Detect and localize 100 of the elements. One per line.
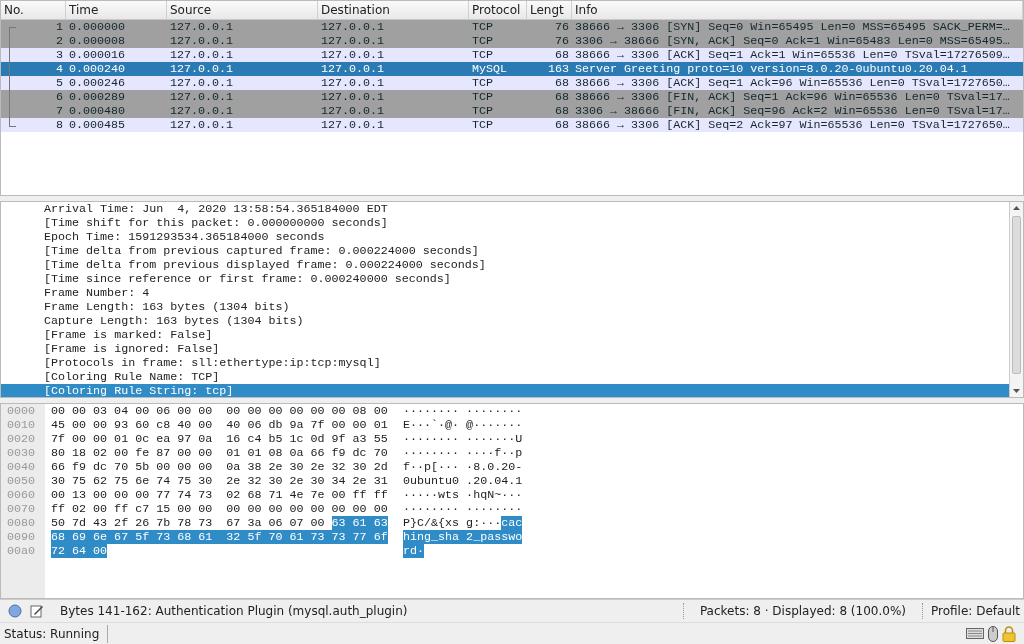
ascii-text[interactable]: cac: [501, 516, 523, 530]
offset-text: 0070: [6, 502, 37, 516]
packet-row[interactable]: 5 0.000246 127.0.0.1 127.0.0.1 TCP 68 38666 → 3306 [ACK] Seq=1 Ack=96 Win=65536 Len=0 TSval=1727650…: [1, 76, 1023, 90]
table-cell-text: 127.0.0.1: [320, 90, 386, 104]
detail-line[interactable]: Capture Length: 163 bytes (1304 bits): [1, 314, 1009, 328]
table-cell-text: 0.000000: [68, 20, 127, 34]
table-cell-text: 127.0.0.1: [169, 118, 235, 132]
detail-line[interactable]: [Time delta from previous displayed frame: 0.000224000 seconds]: [1, 258, 1009, 272]
table-cell-text: 127.0.0.1: [320, 20, 386, 34]
detail-line[interactable]: [Frame is ignored: False]: [1, 342, 1009, 356]
detail-line[interactable]: Frame Number: 4: [1, 286, 1009, 300]
table-cell-text: 3: [55, 48, 64, 62]
table-cell-text: 68: [553, 76, 570, 90]
hex-bytes[interactable]: 50 7d 43 2f 26 7b 78 73 67 3a 06 07 00: [51, 516, 332, 530]
offset-text: 00a0: [6, 544, 37, 558]
table-cell-text: TCP: [471, 34, 495, 48]
table-cell-text: 3306 → 38666 [FIN, ACK] Seq=96 Ack=2 Win=65536 Len=0 TSval=17…: [574, 104, 1011, 118]
detail-line[interactable]: Frame Length: 163 bytes (1304 bits): [1, 300, 1009, 314]
profile-label[interactable]: Profile: Default: [931, 602, 1020, 620]
packet-row[interactable]: 4 0.000240 127.0.0.1 127.0.0.1 MySQL 163 Server Greeting proto=10 version=8.0.20-0ubuntu0.20.04.1: [1, 62, 1023, 76]
detail-line[interactable]: Epoch Time: 1591293534.365184000 seconds: [1, 230, 1009, 244]
hex-bytes[interactable]: 30 75 62 75 6e 74 75 30 2e 32 30 2e 30 34 2e 31: [51, 474, 388, 488]
table-cell-text: 0.000008: [68, 34, 127, 48]
detail-line[interactable]: [Time delta from previous captured frame: 0.000224000 seconds]: [1, 244, 1009, 258]
scrollbar[interactable]: [1009, 202, 1023, 397]
table-cell-text: 127.0.0.1: [320, 34, 386, 48]
packet-row[interactable]: 2 0.000008 127.0.0.1 127.0.0.1 TCP 76 3306 → 38666 [SYN, ACK] Seq=0 Ack=1 Win=65483 Len=0 MSS=65495…: [1, 34, 1023, 48]
table-cell-text: 5: [55, 76, 64, 90]
detail-line[interactable]: [Protocols in frame: sll:ethertype:ip:tcp:mysql]: [1, 356, 1009, 370]
edit-comment-icon[interactable]: [30, 604, 44, 618]
hex-bytes[interactable]: 80 18 02 00 fe 87 00 00 01 01 08 0a 66 f9 dc 70: [51, 446, 388, 460]
offset-text: 0050: [6, 474, 37, 488]
table-cell-text: TCP: [471, 48, 495, 62]
detail-line[interactable]: [Time shift for this packet: 0.000000000 seconds]: [1, 216, 1009, 230]
packet-row[interactable]: 7 0.000480 127.0.0.1 127.0.0.1 TCP 68 3306 → 38666 [FIN, ACK] Seq=96 Ack=2 Win=65536 Len=0 TSval=17…: [1, 104, 1023, 118]
column-header[interactable]: Lengt: [527, 1, 572, 19]
table-cell-text: 68: [553, 118, 570, 132]
ascii-text[interactable]: hing_sha 2_passwo: [403, 530, 523, 544]
hex-bytes[interactable]: 68 69 6e 67 5f 73 68 61 32 5f 70 61 73 73 77 6f: [51, 530, 388, 544]
table-cell-text: 76: [553, 34, 570, 48]
table-cell-text: 8: [55, 118, 64, 132]
column-header[interactable]: Destination: [318, 1, 469, 19]
column-header[interactable]: Protocol: [469, 1, 527, 19]
table-cell-text: 127.0.0.1: [320, 104, 386, 118]
hex-bytes[interactable]: 66 f9 dc 70 5b 00 00 00 0a 38 2e 30 2e 32 30 2d: [51, 460, 388, 474]
hex-bytes[interactable]: 00 13 00 00 00 77 74 73 02 68 71 4e 7e 00 ff ff: [51, 488, 388, 502]
ascii-text[interactable]: P}C/&{xs g:···: [403, 516, 502, 530]
ascii-text[interactable]: ········ ········: [403, 502, 523, 516]
packet-row[interactable]: 1 0.000000 127.0.0.1 127.0.0.1 TCP 76 38666 → 3306 [SYN] Seq=0 Win=65495 Len=0 MSS=65495 SACK_PERM=…: [1, 20, 1023, 34]
column-header[interactable]: Time: [66, 1, 167, 19]
scrollbar-thumb[interactable]: [1012, 216, 1021, 374]
table-cell-text: TCP: [471, 20, 495, 34]
table-cell-text: 127.0.0.1: [169, 104, 235, 118]
ascii-text[interactable]: ·····wts ·hqN~···: [403, 488, 523, 502]
packet-row[interactable]: 3 0.000016 127.0.0.1 127.0.0.1 TCP 68 38666 → 3306 [ACK] Seq=1 Ack=1 Win=65536 Len=0 TSval=17276509…: [1, 48, 1023, 62]
packet-row[interactable]: 8 0.000485 127.0.0.1 127.0.0.1 TCP 68 38666 → 3306 [ACK] Seq=2 Ack=97 Win=65536 Len=0 TSval=1727650…: [1, 118, 1023, 132]
ascii-text[interactable]: ········ ····f··p: [403, 446, 523, 460]
table-cell-text: 0.000246: [68, 76, 127, 90]
table-cell-text: 2: [55, 34, 64, 48]
table-cell-text: 0.000289: [68, 90, 127, 104]
hex-bytes[interactable]: 7f 00 00 01 0c ea 97 0a 16 c4 b5 1c 0d 9f a3 55: [51, 432, 388, 446]
table-cell-text: 38666 → 3306 [ACK] Seq=2 Ack=97 Win=65536 Len=0 TSval=1727650…: [574, 118, 1011, 132]
ascii-text[interactable]: f··p[··· ·8.0.20-: [403, 460, 523, 474]
table-cell-text: 127.0.0.1: [169, 34, 235, 48]
hex-bytes[interactable]: ff 02 00 ff c7 15 00 00 00 00 00 00 00 00 00 00: [51, 502, 388, 516]
status-text: Status: Running: [4, 624, 109, 643]
table-cell-text: 127.0.0.1: [169, 20, 235, 34]
offset-text: 0090: [6, 530, 37, 544]
offset-text: 0080: [6, 516, 37, 530]
hex-bytes[interactable]: 45 00 00 93 60 c8 40 00 40 06 db 9a 7f 00 00 01: [51, 418, 388, 432]
expert-info-icon[interactable]: [8, 604, 22, 618]
detail-line[interactable]: [Time since reference or first frame: 0.000240000 seconds]: [1, 272, 1009, 286]
packet-row[interactable]: 6 0.000289 127.0.0.1 127.0.0.1 TCP 68 38666 → 3306 [FIN, ACK] Seq=1 Ack=96 Win=65536 Len=0 TSval=17…: [1, 90, 1023, 104]
column-header[interactable]: No.: [1, 1, 66, 19]
hex-bytes[interactable]: 63 61 63: [331, 516, 388, 530]
ascii-text[interactable]: ········ ········: [403, 404, 523, 418]
column-header[interactable]: Source: [167, 1, 318, 19]
offset-text: 0000: [6, 404, 37, 418]
column-header[interactable]: Info: [572, 1, 1023, 19]
table-cell-text: 3306 → 38666 [SYN, ACK] Seq=0 Ack=1 Win=65483 Len=0 MSS=65495…: [574, 34, 1011, 48]
detail-line[interactable]: Arrival Time: Jun 4, 2020 13:58:54.365184000 EDT: [1, 202, 1009, 216]
table-cell-text: TCP: [471, 90, 495, 104]
hex-bytes[interactable]: 72 64 00: [51, 544, 108, 558]
table-cell-text: 127.0.0.1: [320, 48, 386, 62]
table-cell-text: 68: [553, 48, 570, 62]
offset-text: 0060: [6, 488, 37, 502]
ascii-text[interactable]: E···`·@· @·······: [403, 418, 523, 432]
field-info-text: Bytes 141-162: Authentication Plugin (mysql.auth_plugin): [60, 603, 408, 620]
table-cell-text: 127.0.0.1: [320, 76, 386, 90]
lock-icon: [1002, 625, 1016, 642]
offset-text: 0040: [6, 460, 37, 474]
hex-bytes[interactable]: 00 00 03 04 00 06 00 00 00 00 00 00 00 00 08 00: [51, 404, 388, 418]
ascii-text[interactable]: rd·: [403, 544, 425, 558]
ascii-text[interactable]: ········ ·······U: [403, 432, 523, 446]
ascii-text[interactable]: 0ubuntu0 .20.04.1: [403, 474, 523, 488]
table-cell-text: 76: [553, 20, 570, 34]
detail-line[interactable]: [Frame is marked: False]: [1, 328, 1009, 342]
detail-line[interactable]: [Coloring Rule Name: TCP]: [1, 370, 1009, 384]
table-cell-text: 1: [55, 20, 64, 34]
offset-text: 0010: [6, 418, 37, 432]
